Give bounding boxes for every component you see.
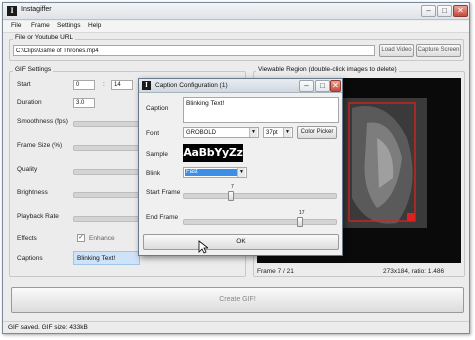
caption-label: Caption bbox=[146, 105, 169, 112]
window-title: Instagiffer bbox=[21, 6, 52, 13]
start-minutes-spinner[interactable]: 14 bbox=[111, 80, 133, 90]
frame-size-label: Frame Size (%) bbox=[17, 142, 63, 149]
caption-textarea[interactable]: Blinking Text! bbox=[183, 97, 339, 123]
dialog-minimize-button[interactable]: – bbox=[299, 80, 314, 92]
sample-label: Sample bbox=[146, 151, 169, 158]
dialog-title-bar[interactable]: I Caption Configuration (1) – □ ✕ bbox=[139, 79, 342, 93]
blink-select-value: Fast bbox=[185, 169, 237, 176]
smoothness-label: Smoothness (fps) bbox=[17, 118, 68, 125]
menu-frame[interactable]: Frame bbox=[31, 22, 50, 29]
ok-button[interactable]: OK bbox=[143, 234, 339, 250]
menu-settings[interactable]: Settings bbox=[57, 22, 81, 29]
caption-list-item[interactable]: Blinking Text! bbox=[73, 251, 140, 265]
font-label: Font bbox=[146, 130, 160, 137]
duration-spinner[interactable]: 3.0 bbox=[73, 98, 95, 108]
dialog-close-button[interactable]: ✕ bbox=[330, 80, 341, 92]
caption-dialog: I Caption Configuration (1) – □ ✕ Captio… bbox=[138, 78, 343, 256]
status-text: GIF saved. GIF size: 433kB bbox=[8, 324, 88, 331]
frame-dimensions: 273x184, ratio: 1.486 bbox=[383, 268, 445, 275]
start-frame-value: 7 bbox=[231, 184, 234, 190]
blink-select[interactable]: Fast ▼ bbox=[183, 167, 247, 178]
playback-rate-label: Playback Rate bbox=[17, 213, 59, 220]
quality-label: Quality bbox=[17, 166, 38, 173]
font-select[interactable]: GROBOLD ▼ bbox=[183, 127, 259, 138]
start-hours-spinner[interactable]: 0 bbox=[73, 80, 95, 90]
end-frame-label: End Frame bbox=[146, 214, 179, 221]
color-picker-button[interactable]: Color Picker bbox=[297, 126, 337, 139]
frame-counter: Frame 7 / 21 bbox=[257, 268, 294, 275]
source-group-title: File or Youtube URL bbox=[13, 34, 76, 41]
menu-file[interactable]: File bbox=[11, 22, 21, 29]
maximize-button[interactable]: □ bbox=[437, 5, 452, 17]
end-frame-slider[interactable] bbox=[183, 219, 337, 225]
start-frame-slider-thumb[interactable] bbox=[228, 191, 234, 201]
dialog-title: Caption Configuration (1) bbox=[155, 82, 228, 89]
enhance-label: Enhance bbox=[89, 235, 115, 242]
duration-label: Duration bbox=[17, 99, 42, 106]
chevron-down-icon: ▼ bbox=[283, 128, 291, 137]
font-size-value: 37pt bbox=[266, 130, 278, 136]
effects-label: Effects bbox=[17, 235, 37, 242]
captions-label: Captions bbox=[17, 255, 43, 262]
caption-list-item-text: Blinking Text! bbox=[77, 255, 116, 262]
mouse-cursor-icon bbox=[198, 240, 208, 254]
status-bar: GIF saved. GIF size: 433kB bbox=[3, 321, 469, 333]
end-frame-value: 17 bbox=[299, 210, 305, 216]
blink-label: Blink bbox=[146, 170, 161, 177]
end-frame-slider-thumb[interactable] bbox=[297, 217, 303, 227]
minimize-button[interactable]: – bbox=[421, 5, 436, 17]
create-gif-button[interactable]: Create GIF! bbox=[11, 287, 464, 313]
quality-slider[interactable] bbox=[73, 169, 139, 175]
start-hours-value: 0 bbox=[76, 82, 80, 88]
brightness-label: Brightness bbox=[17, 189, 48, 196]
time-separator: : bbox=[103, 81, 105, 88]
load-video-button[interactable]: Load Video bbox=[379, 44, 414, 57]
font-sample-preview: AaBbYyZz bbox=[183, 144, 243, 162]
dialog-icon: I bbox=[142, 81, 151, 90]
start-label: Start bbox=[17, 81, 31, 88]
brightness-slider[interactable] bbox=[73, 192, 139, 198]
dialog-maximize-button[interactable]: □ bbox=[315, 80, 330, 92]
chevron-down-icon: ▼ bbox=[237, 168, 245, 177]
smoothness-slider[interactable] bbox=[73, 121, 139, 127]
viewable-region-title: Viewable Region (double-click images to … bbox=[256, 66, 399, 73]
file-path-input[interactable] bbox=[13, 45, 375, 56]
start-frame-label: Start Frame bbox=[146, 189, 181, 196]
font-size-select[interactable]: 37pt ▼ bbox=[263, 127, 293, 138]
close-button[interactable]: ✕ bbox=[453, 5, 468, 17]
enhance-checkbox[interactable]: ✓ bbox=[77, 234, 85, 242]
caption-text: Blinking Text! bbox=[186, 100, 225, 107]
title-bar[interactable]: I Instagiffer – □ ✕ bbox=[3, 3, 469, 20]
start-frame-slider[interactable] bbox=[183, 193, 337, 199]
capture-screen-button[interactable]: Capture Screen bbox=[416, 44, 461, 57]
duration-value: 3.0 bbox=[76, 100, 85, 106]
font-select-value: GROBOLD bbox=[186, 130, 217, 136]
app-icon: I bbox=[7, 6, 17, 16]
gif-settings-title: GIF Settings bbox=[13, 66, 54, 73]
playback-rate-slider[interactable] bbox=[73, 216, 139, 222]
menu-bar: File Frame Settings Help bbox=[3, 21, 469, 33]
chevron-down-icon: ▼ bbox=[249, 128, 257, 137]
frame-size-slider[interactable] bbox=[73, 145, 139, 151]
menu-help[interactable]: Help bbox=[88, 22, 101, 29]
start-minutes-value: 14 bbox=[114, 82, 121, 88]
